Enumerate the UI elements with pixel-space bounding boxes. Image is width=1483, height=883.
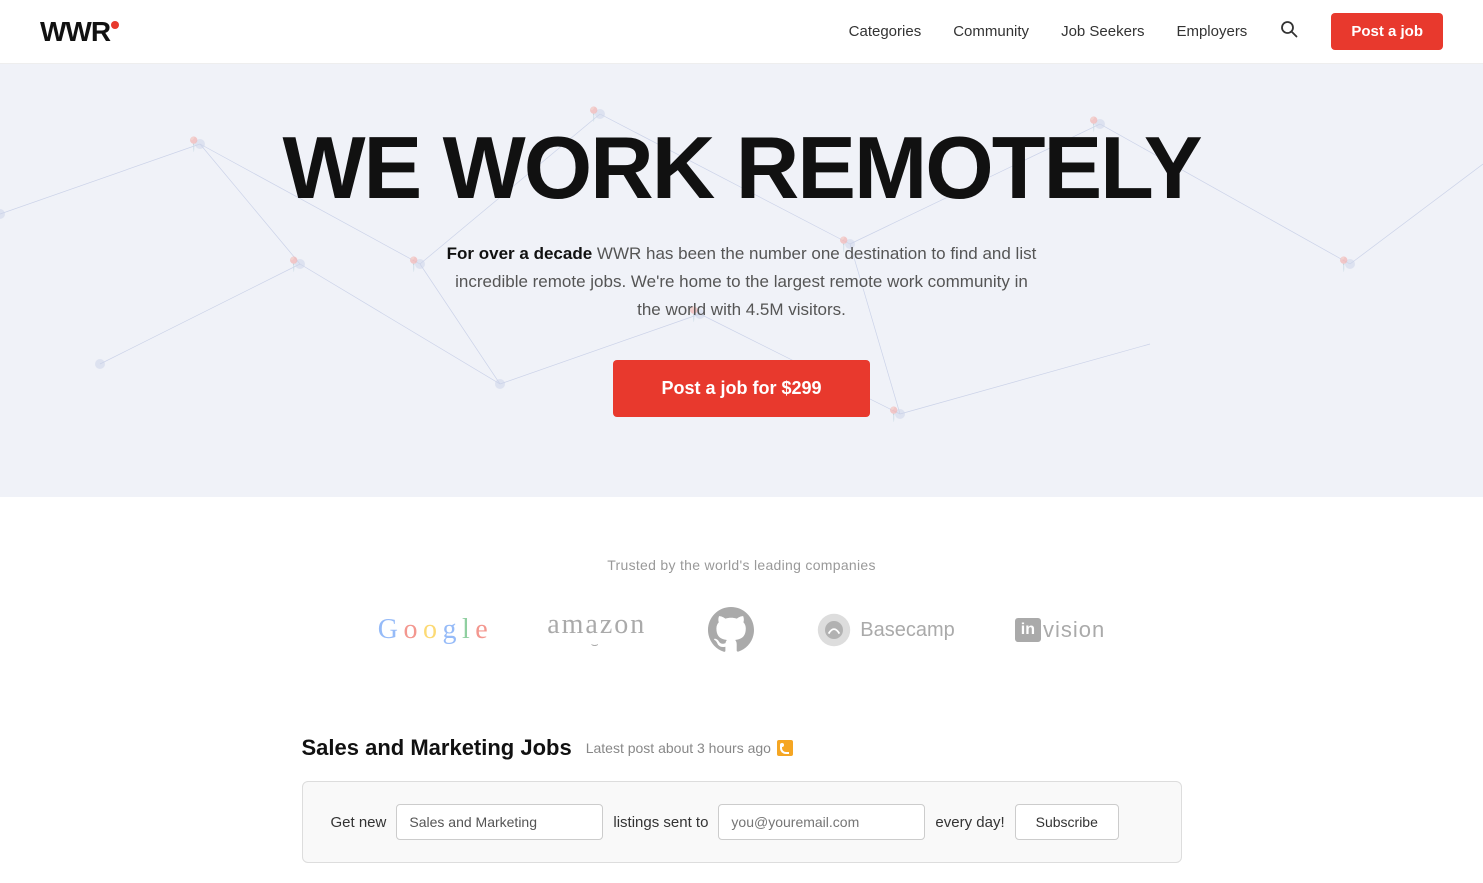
navbar: WWR Categories Community Job Seekers Emp… (0, 0, 1483, 64)
category-input[interactable] (396, 804, 603, 840)
github-logo (706, 605, 756, 655)
invision-box: in (1015, 618, 1041, 642)
jobs-section-title: Sales and Marketing Jobs (302, 735, 572, 761)
basecamp-logo: Basecamp (816, 612, 955, 648)
hero-section: 📍 📍 📍 📍 📍 📍 📍 📍 📍 WE WORK REMOTELY For o… (0, 64, 1483, 497)
jobs-section: Sales and Marketing Jobs Latest post abo… (262, 695, 1222, 883)
get-new-label: Get new (331, 814, 387, 831)
site-logo[interactable]: WWR (40, 16, 119, 48)
hero-headline: WE WORK REMOTELY (20, 124, 1463, 212)
categories-link[interactable]: Categories (849, 23, 922, 40)
job-seekers-link[interactable]: Job Seekers (1061, 23, 1144, 40)
post-job-button[interactable]: Post a job (1331, 13, 1443, 50)
nav-links: Categories Community Job Seekers Employe… (849, 13, 1443, 50)
amazon-logo: amazon ⌣ (547, 609, 646, 652)
hero-post-job-button[interactable]: Post a job for $299 (613, 360, 869, 417)
community-link[interactable]: Community (953, 23, 1029, 40)
rss-icon[interactable] (777, 740, 793, 756)
svg-text:📍: 📍 (285, 256, 302, 273)
subscribe-box: Get new listings sent to every day! Subs… (302, 781, 1182, 863)
employers-link[interactable]: Employers (1176, 23, 1247, 40)
listings-sent-to-label: listings sent to (613, 814, 708, 831)
trusted-section: Trusted by the world's leading companies… (0, 497, 1483, 695)
trusted-logos: Google amazon ⌣ Basecamp in vision (40, 605, 1443, 655)
logo-text: WWR (40, 16, 110, 48)
email-input[interactable] (718, 804, 925, 840)
invision-logo: in vision (1015, 617, 1105, 643)
trusted-label: Trusted by the world's leading companies (40, 557, 1443, 573)
subscribe-button[interactable]: Subscribe (1015, 804, 1119, 840)
google-logo: Google (378, 614, 487, 646)
jobs-heading: Sales and Marketing Jobs Latest post abo… (302, 735, 1182, 761)
latest-post-info: Latest post about 3 hours ago (586, 740, 793, 756)
hero-description: For over a decade WWR has been the numbe… (442, 240, 1042, 324)
svg-text:📍: 📍 (405, 256, 422, 273)
svg-text:📍: 📍 (885, 406, 902, 423)
search-icon[interactable] (1279, 19, 1299, 44)
every-day-label: every day! (935, 814, 1004, 831)
svg-text:📍: 📍 (1335, 256, 1352, 273)
logo-dot (111, 21, 119, 29)
